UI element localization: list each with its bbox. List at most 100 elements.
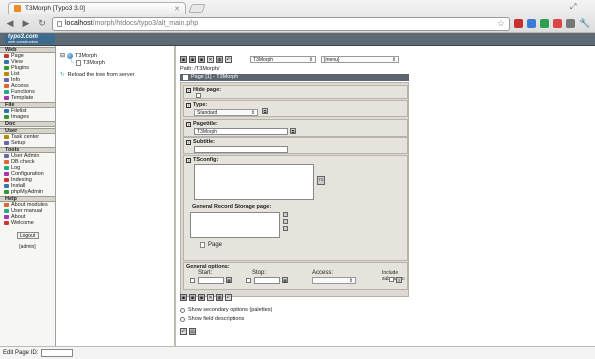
page-icon [75,60,81,66]
address-bar[interactable]: localhost/morph/htdocs/typo3/alt_main.ph… [52,16,510,31]
tree-child-label[interactable]: T3Morph [83,60,105,66]
module-icon [4,84,9,88]
hide-page-checkbox[interactable] [196,93,201,98]
browse-icon[interactable] [283,226,288,231]
bookmark-star-icon[interactable]: ☆ [497,18,505,29]
module-item-setup[interactable]: Setup [0,140,55,146]
module-group-doc[interactable]: Doc [0,121,55,127]
save-close-icon[interactable]: ▣ [198,294,205,301]
pagetitle-input[interactable]: T3Morph [194,128,288,135]
close-tab-icon[interactable]: ✕ [174,5,180,13]
access-select[interactable]: ⇕ [312,277,356,284]
stop-checkbox[interactable] [246,278,251,283]
back-icon[interactable]: ◀ [4,18,16,30]
tree-root-label[interactable]: T3Morph [75,53,97,59]
tab-strip: T3Morph [Typo3 3.0] ✕ ⤢ [0,0,595,14]
tree-minus-icon[interactable]: ⊟ [60,52,65,59]
undo-icon[interactable]: ↶ [180,328,187,335]
delete-item-icon[interactable] [283,219,288,224]
tree-root[interactable]: ⊟ T3Morph [60,52,97,59]
edit-page-id-input[interactable] [41,349,74,357]
save-icon[interactable]: ▣ [180,56,187,63]
save-icon[interactable]: ▣ [180,294,187,301]
pagetitle-group: ? Pagetitle: T3Morph ⧉ [183,119,408,137]
type-select[interactable]: Standard ⇕ [194,109,258,116]
save-close-icon[interactable]: ▣ [198,56,205,63]
tree-line-icon: └ [70,60,74,66]
help-icon[interactable]: ? [186,121,191,127]
help-icon[interactable]: ? [396,277,402,283]
calendar-icon[interactable]: ▦ [282,277,288,283]
wrench-icon[interactable]: 🔧 [579,18,591,30]
undo-icon[interactable]: ↶ [225,294,232,301]
start-checkbox[interactable] [190,278,195,283]
storage-page-item[interactable]: Page [200,242,222,248]
access-label: Access: [312,270,334,276]
help-icon[interactable]: ? [186,157,191,163]
module-item-label: Template [11,95,34,101]
start-input[interactable] [198,277,224,284]
module-item-images[interactable]: Images [0,114,55,120]
help-icon[interactable]: ? [186,139,191,145]
section-title: Page [1] - T3Morph [191,74,239,80]
up-icon[interactable] [283,212,288,217]
reload-tree[interactable]: ↻ Reload the tree from server [60,72,135,78]
new-tab-button[interactable] [188,4,206,13]
help-icon[interactable]: ? [186,87,191,93]
secondary-options-checkbox[interactable] [180,307,185,313]
doc-toolbar: ▣ ▣ ▣ ✕ ▦ ↶ [180,56,232,63]
module-icon [4,178,9,182]
history-icon[interactable]: ▤ [189,328,196,335]
page-select[interactable]: T3Morph ⇕ [250,56,316,63]
extension-badge-icon[interactable] [553,19,562,28]
module-icon [4,66,9,70]
extension-gray-icon[interactable] [566,19,575,28]
calendar-icon[interactable]: ▦ [226,277,232,283]
close-doc-icon[interactable]: ✕ [207,294,214,301]
copy-icon[interactable]: ⧉ [290,128,296,134]
typo3-logo[interactable]: typo3.com web construction [5,34,55,44]
delete-icon[interactable]: ▦ [216,294,223,301]
typo3-top-frame: typo3.com web construction [0,33,595,46]
extension-blue-icon[interactable] [527,19,536,28]
doc-toolbar-bottom: ▣ ▣ ▣ ✕ ▦ ↶ [180,294,232,301]
module-icon [4,190,9,194]
window-resize-icon[interactable]: ⤢ [570,2,576,12]
close-doc-icon[interactable]: ✕ [207,56,214,63]
option-secondary[interactable]: Show secondary options (palettes) [180,307,272,313]
page-path: Path: /T3Morph/ [180,66,220,72]
extension-red-icon[interactable] [514,19,523,28]
save-view-icon[interactable]: ▣ [189,56,196,63]
storage-list[interactable] [190,212,280,238]
module-item-label: Welcome [11,220,34,226]
tsconfig-textarea[interactable] [194,164,314,200]
logout-button[interactable]: Logout [16,232,39,239]
url-path: /morph/htdocs/typo3/alt_main.php [92,20,199,27]
storage-label: General Record Storage page: [192,204,272,210]
tree-child[interactable]: └ T3Morph [70,60,105,66]
field-descriptions-checkbox[interactable] [180,316,185,322]
subtitle-input[interactable] [194,146,288,153]
page-tree-frame: ⊟ T3Morph └ T3Morph ↻ Reload the tree fr… [56,46,176,346]
select-arrow-icon: ⇕ [308,56,313,63]
module-item-welcome[interactable]: Welcome [0,220,55,226]
extension-green-icon[interactable] [540,19,549,28]
reload-tree-label[interactable]: Reload the tree from server [68,72,135,78]
browser-tab[interactable]: T3Morph [Typo3 3.0] ✕ [8,2,186,14]
ts-wizard-icon[interactable]: TS [317,176,325,185]
copy-icon[interactable]: ⧉ [262,108,268,114]
module-item-template[interactable]: Template [0,95,55,101]
include-subpages-checkbox[interactable] [389,277,394,282]
menu-select[interactable]: [menu] ⇕ [321,56,399,63]
type-label: Type: [193,102,208,108]
save-view-icon[interactable]: ▣ [189,294,196,301]
help-icon[interactable]: ? [186,102,191,108]
option-descriptions[interactable]: Show field descriptions [180,316,244,322]
stop-input[interactable] [254,277,280,284]
forward-icon[interactable]: ▶ [20,18,32,30]
reload-icon[interactable]: ↻ [36,18,48,30]
module-item-phpmyadmin[interactable]: phpMyAdmin [0,189,55,195]
delete-icon[interactable]: ▦ [216,56,223,63]
tsconfig-label: TSconfig: [193,157,219,163]
undo-icon[interactable]: ↶ [225,56,232,63]
